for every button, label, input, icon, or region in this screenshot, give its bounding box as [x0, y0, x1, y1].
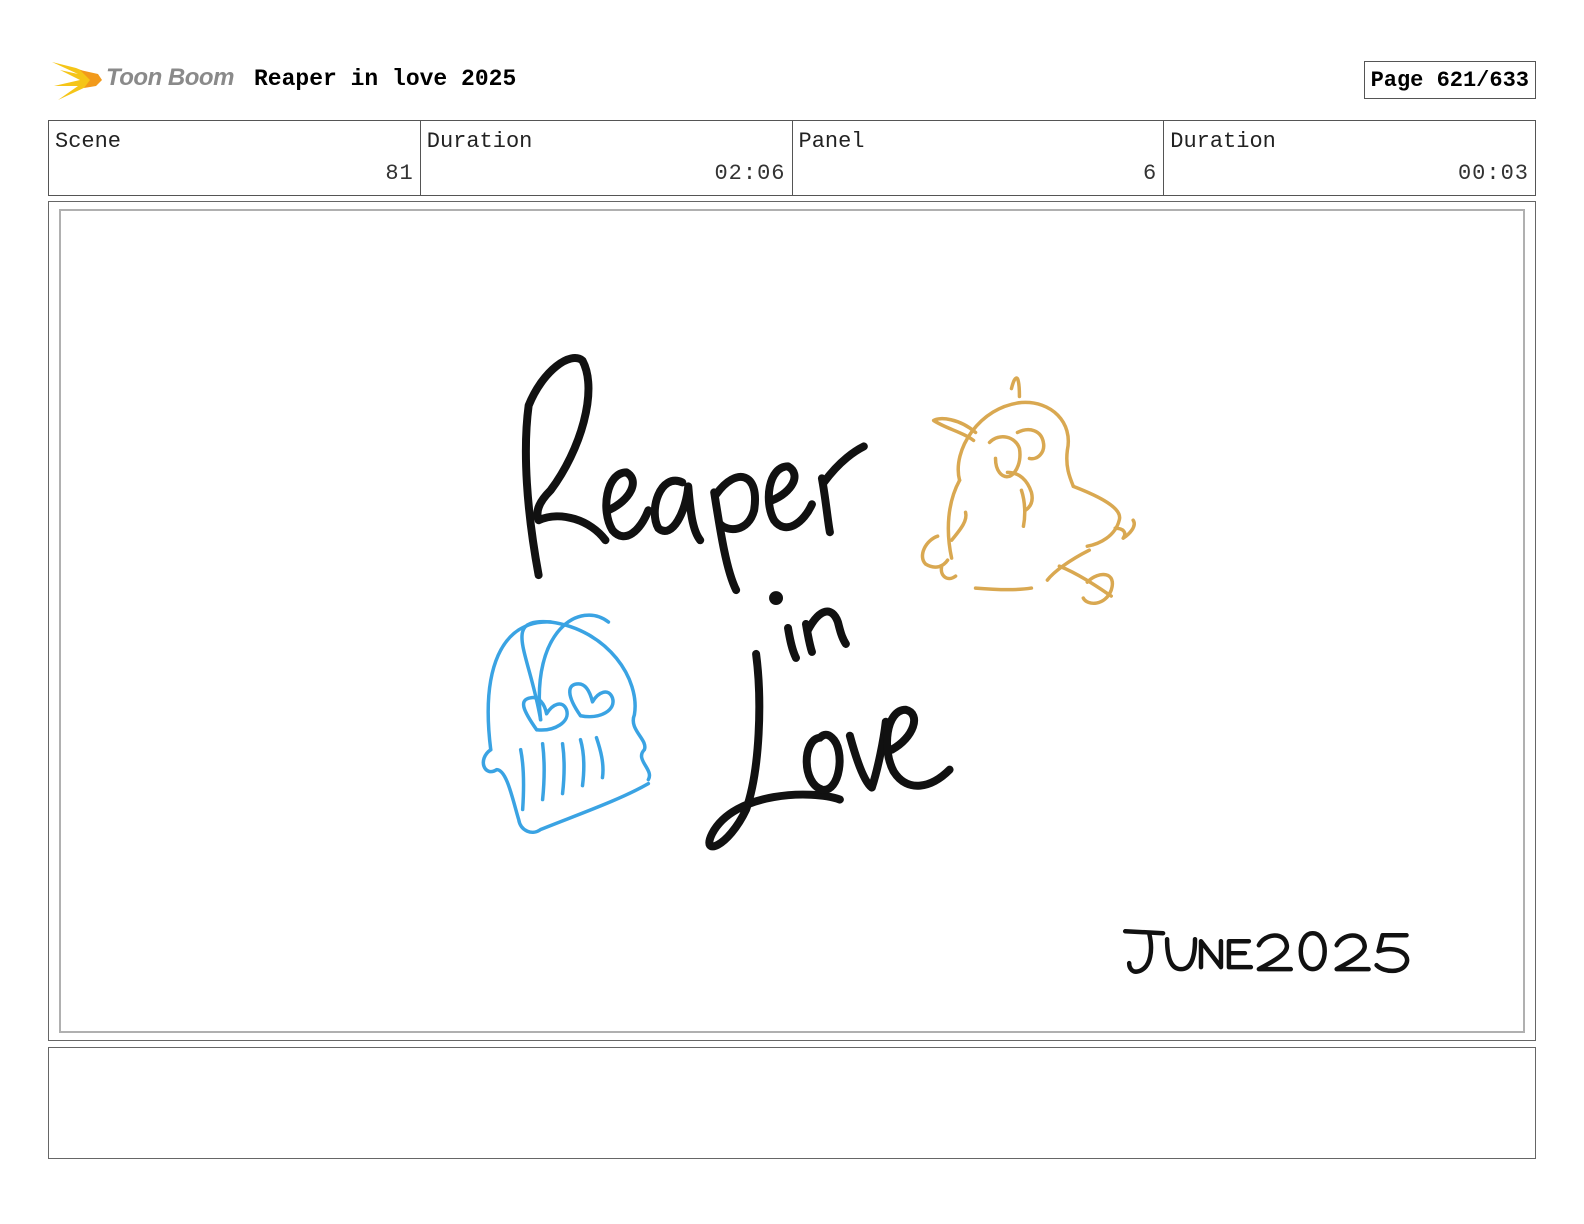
scene-duration-label: Duration [426, 129, 533, 154]
scene-cell: Scene 81 [49, 121, 421, 195]
panel-notes-box[interactable] [48, 1047, 1536, 1159]
toon-boom-logo: Toon Boom [50, 56, 240, 104]
scene-info-table: Scene 81 Duration 02:06 Panel 6 Duration… [48, 120, 1536, 196]
storyboard-header: Toon Boom Reaper in love 2025 Page 621/6… [48, 56, 1536, 104]
scene-duration-value: 02:06 [714, 161, 786, 186]
handwritten-title [521, 354, 954, 851]
panel-duration-label: Duration [1170, 129, 1276, 154]
panel-duration-cell: Duration 00:03 [1164, 121, 1535, 195]
flash-icon [52, 62, 102, 100]
logo-text: Toon Boom [106, 64, 234, 91]
skull-drawing [481, 613, 652, 834]
panel-cell: Panel 6 [793, 121, 1165, 195]
panel-value: 6 [1143, 161, 1158, 186]
project-title: Reaper in love 2025 [254, 66, 517, 92]
character-drawing [920, 376, 1136, 605]
page-indicator: Page 621/633 [1363, 61, 1536, 99]
panel-duration-value: 00:03 [1457, 161, 1529, 186]
date-lettering [1122, 928, 1410, 974]
scene-duration-cell: Duration 02:06 [421, 121, 793, 195]
scene-value: 81 [385, 161, 414, 186]
panel-frame [48, 201, 1536, 1041]
artwork-canvas [481, 354, 1410, 974]
panel-artwork [59, 209, 1525, 1033]
panel-label: Panel [798, 129, 865, 154]
scene-label: Scene [55, 129, 122, 154]
